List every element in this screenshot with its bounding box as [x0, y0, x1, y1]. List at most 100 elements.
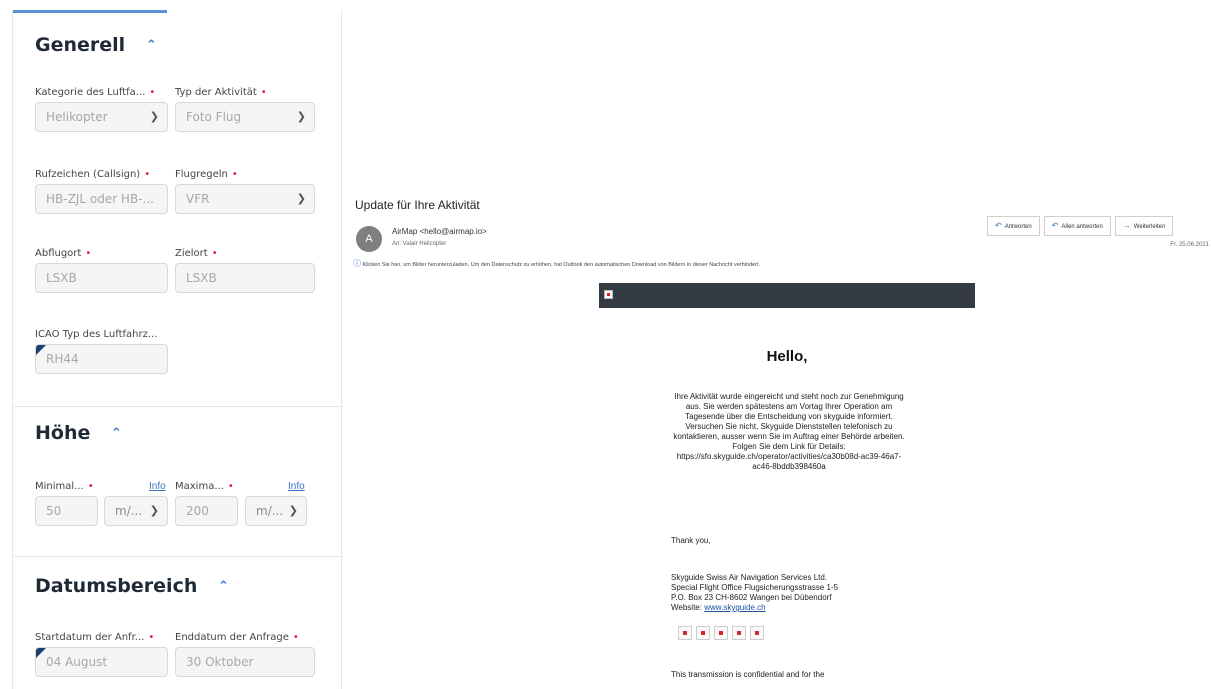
min-height-info-link[interactable]: Info [149, 481, 166, 492]
email-recipient: An: Valair Helicopter [392, 241, 447, 247]
section-title-height: Höhe [35, 422, 91, 444]
activity-form-panel: Generell ⌃ Kategorie des Luftfa... • Heli… [12, 10, 342, 689]
required-marker: • [85, 248, 92, 259]
aircraft-category-select[interactable]: Helikopter ❯ [35, 102, 168, 132]
chevron-down-icon: ❯ [149, 504, 159, 517]
departure-label: Abflugort • [35, 248, 92, 259]
section-title-general: Generell [35, 34, 126, 56]
start-date-label: Startdatum der Anfr... • [35, 632, 155, 643]
max-height-unit: m/... [256, 504, 284, 518]
email-body: Hello, Ihre Aktivität wurde eingereicht … [599, 308, 975, 689]
flight-rules-value: VFR [186, 192, 210, 206]
email-header-banner [599, 283, 975, 308]
broken-image-icon [696, 626, 710, 640]
required-marker: • [148, 632, 155, 643]
email-thanks: Thank you, [671, 536, 711, 545]
end-date-input[interactable]: 30 Oktober [175, 647, 315, 677]
avatar: A [356, 226, 382, 252]
website-link[interactable]: www.skyguide.ch [704, 603, 765, 612]
image-download-notice[interactable]: ⓘ Klicken Sie hier, um Bilder herunterzu… [353, 258, 760, 269]
email-action-bar: ↶ Antworten ↶ Allen antworten → Weiterleite… [987, 216, 1177, 236]
departure-input[interactable]: LSXB [35, 263, 168, 293]
broken-image-icon [714, 626, 728, 640]
broken-image-icon [604, 290, 613, 299]
section-header-date-range[interactable]: Datumsbereich ⌃ [35, 575, 229, 597]
max-height-label: Maxima... • [175, 481, 234, 492]
activity-type-label: Typ der Aktivität • [175, 87, 267, 98]
max-height-value: 200 [186, 504, 209, 518]
section-divider [13, 406, 341, 407]
email-preview: Update für Ihre Aktivität A AirMap <hell… [347, 186, 1211, 689]
flight-rules-select[interactable]: VFR ❯ [175, 184, 315, 214]
min-height-value: 50 [46, 504, 62, 518]
forward-button[interactable]: → Weiterleiten [1114, 216, 1174, 236]
broken-image-icon [750, 626, 764, 640]
max-height-unit-select[interactable]: m/... ❯ [245, 496, 307, 526]
reply-all-button[interactable]: ↶ Allen antworten [1043, 216, 1111, 236]
chevron-down-icon: ❯ [288, 504, 298, 517]
section-header-general[interactable]: Generell ⌃ [35, 34, 157, 56]
email-signature: Skyguide Swiss Air Navigation Services L… [671, 573, 921, 613]
section-header-height[interactable]: Höhe ⌃ [35, 422, 122, 444]
chevron-up-icon[interactable]: ⌃ [146, 38, 157, 53]
icao-type-input[interactable]: RH44 [35, 344, 168, 374]
required-marker: • [211, 248, 218, 259]
max-height-input[interactable]: 200 [175, 496, 238, 526]
destination-label: Zielort • [175, 248, 218, 259]
broken-image-icon [732, 626, 746, 640]
max-height-info-link[interactable]: Info [288, 481, 305, 492]
start-date-input[interactable]: 04 August [35, 647, 168, 677]
email-paragraph: Ihre Aktivität wurde eingereicht und ste… [673, 392, 905, 471]
required-marker: • [149, 87, 156, 98]
email-sender[interactable]: AirMap <hello@airmap.io> [392, 227, 487, 236]
signature-image-row [678, 626, 768, 640]
icao-type-value: RH44 [46, 352, 79, 366]
required-marker: • [292, 632, 299, 643]
confidentiality-notice: This transmission is confidential and fo… [671, 670, 825, 679]
required-marker: • [260, 87, 267, 98]
email-date: Fr. 25.06.2021 [1170, 242, 1209, 248]
reply-icon: ↶ [995, 221, 1002, 230]
flight-rules-label: Flugregeln • [175, 169, 238, 180]
autofill-marker-icon [36, 345, 46, 355]
chevron-down-icon: ❯ [149, 110, 159, 123]
callsign-value: HB-ZJL oder HB-... [46, 192, 154, 206]
signature-line: Skyguide Swiss Air Navigation Services L… [671, 573, 828, 582]
end-date-label: Enddatum der Anfrage • [175, 632, 299, 643]
signature-line: P.O. Box 23 CH-8602 Wangen bei Dübendorf [671, 593, 832, 602]
signature-line: Special Flight Office Flugsicherungsstra… [671, 583, 839, 592]
chevron-down-icon: ❯ [296, 110, 306, 123]
email-greeting: Hello, [766, 348, 808, 365]
min-height-input[interactable]: 50 [35, 496, 98, 526]
chevron-up-icon[interactable]: ⌃ [111, 426, 122, 441]
section-divider [13, 556, 341, 557]
required-marker: • [227, 481, 234, 492]
callsign-label: Rufzeichen (Callsign) • [35, 169, 151, 180]
active-tab-indicator [13, 10, 167, 13]
forward-icon: → [1122, 221, 1131, 230]
broken-image-icon [678, 626, 692, 640]
min-height-label: Minimal... • [35, 481, 94, 492]
aircraft-category-value: Helikopter [46, 110, 108, 124]
destination-value: LSXB [186, 271, 217, 285]
departure-value: LSXB [46, 271, 77, 285]
icao-type-label: ICAO Typ des Luftfahrz... [35, 329, 158, 340]
reply-all-icon: ↶ [1051, 221, 1059, 230]
notice-text: Klicken Sie hier, um Bilder herunterzula… [362, 262, 760, 268]
end-date-value: 30 Oktober [186, 655, 254, 669]
required-marker: • [87, 481, 94, 492]
reply-button[interactable]: ↶ Antworten [987, 216, 1040, 236]
autofill-marker-icon [36, 648, 46, 658]
chevron-down-icon: ❯ [296, 192, 306, 205]
destination-input[interactable]: LSXB [175, 263, 315, 293]
callsign-input[interactable]: HB-ZJL oder HB-... [35, 184, 168, 214]
email-subject: Update für Ihre Aktivität [355, 198, 480, 212]
activity-type-value: Foto Flug [186, 110, 242, 124]
required-marker: • [144, 169, 151, 180]
aircraft-category-label: Kategorie des Luftfa... • [35, 87, 156, 98]
min-height-unit-select[interactable]: m/... ❯ [104, 496, 168, 526]
info-icon: ⓘ [353, 259, 361, 268]
chevron-up-icon[interactable]: ⌃ [218, 579, 229, 594]
activity-type-select[interactable]: Foto Flug ❯ [175, 102, 315, 132]
section-title-date-range: Datumsbereich [35, 575, 198, 597]
